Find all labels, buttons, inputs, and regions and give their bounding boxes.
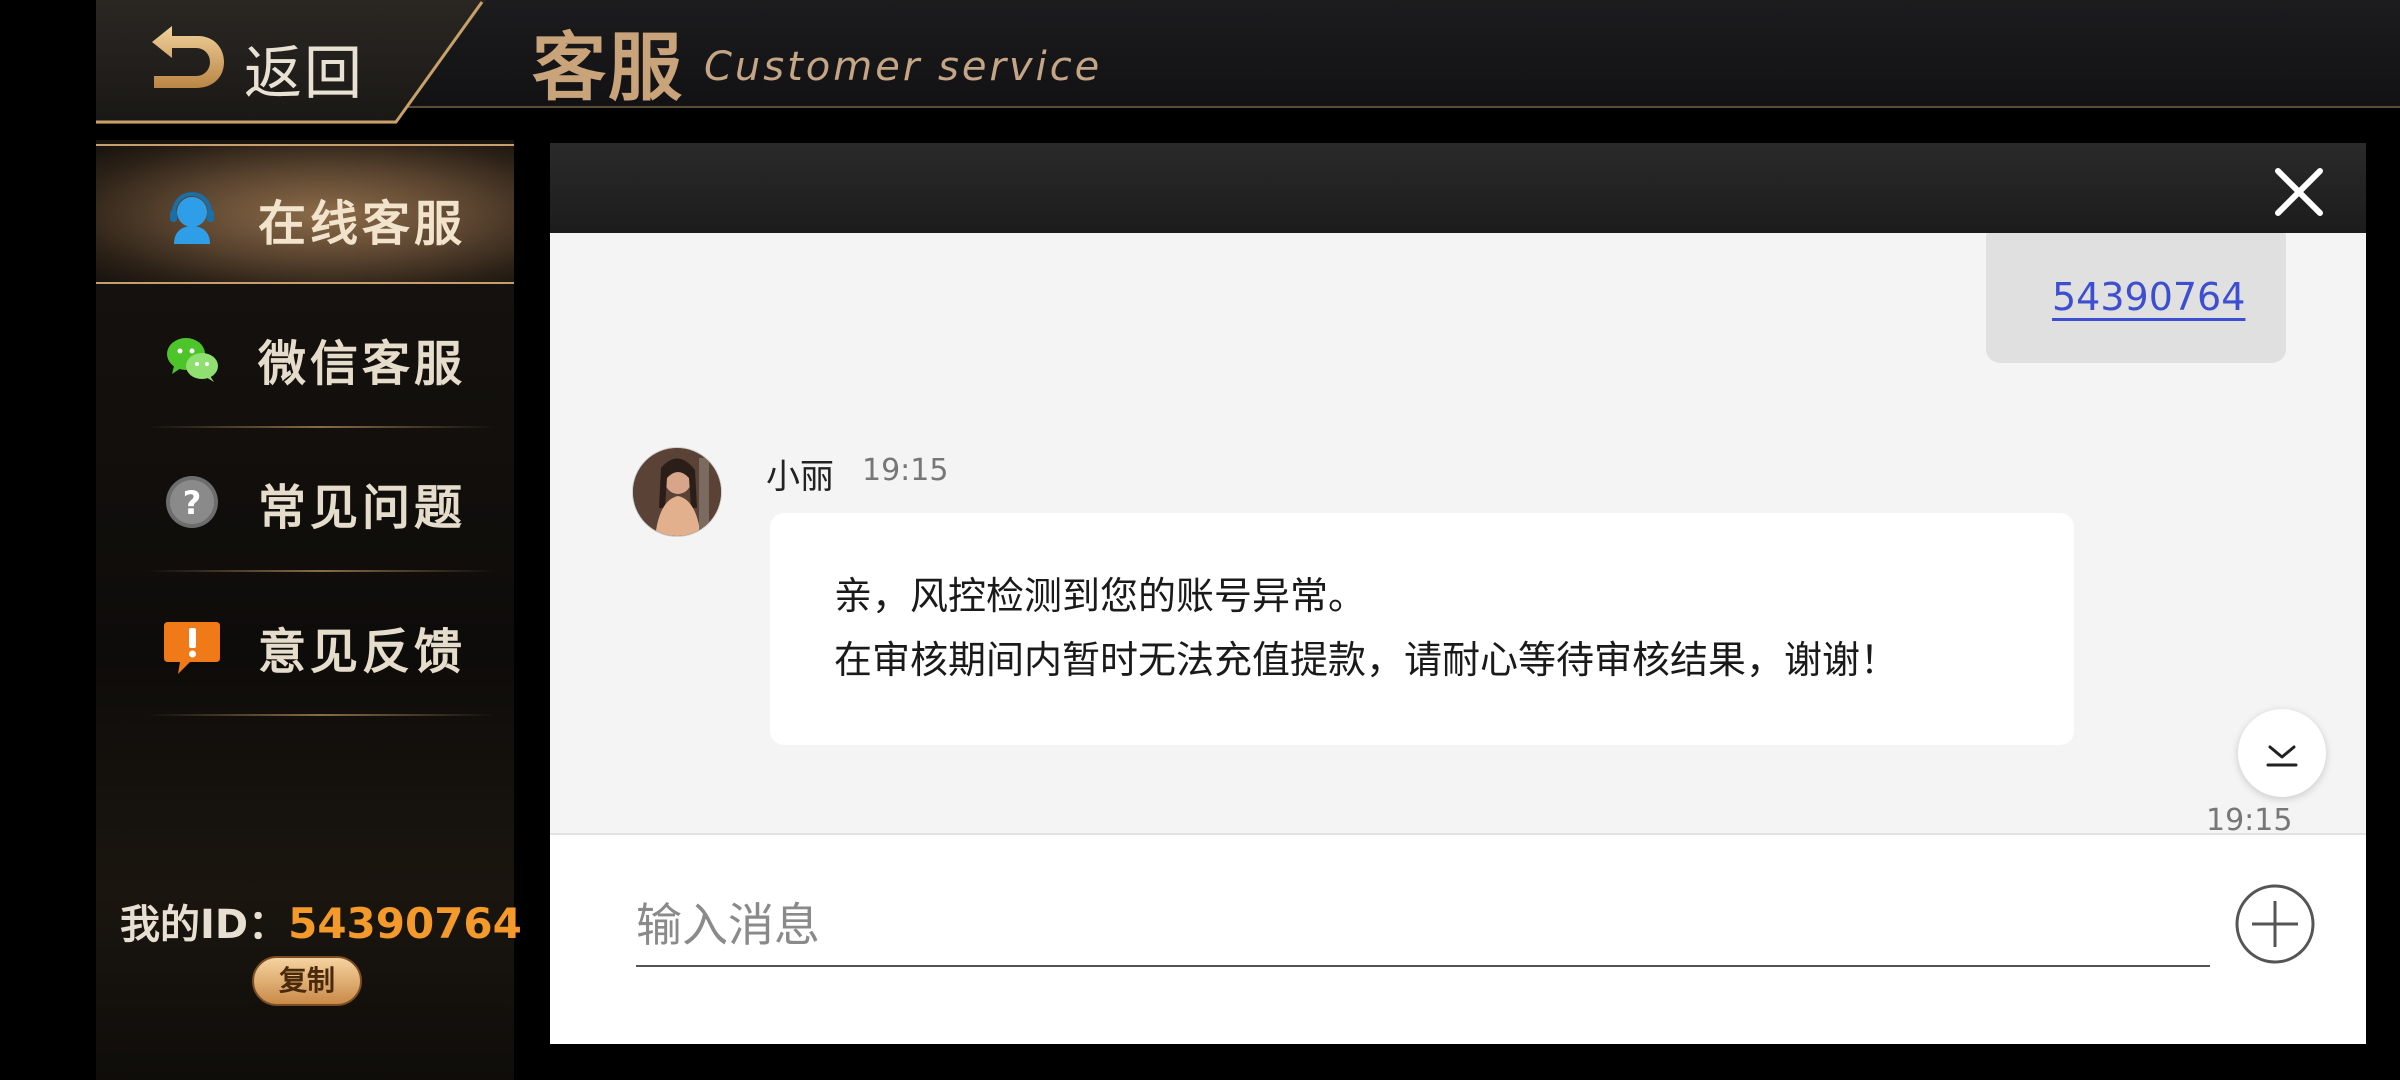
sidebar-item-label: 意见反馈 [258,624,467,680]
close-icon[interactable] [2272,165,2326,219]
sidebar-item-label: 微信客服 [258,336,467,392]
message-composer [550,833,2366,1044]
wechat-icon [167,338,218,382]
sidebar: 在线客服 微信客服 ? 常见问题 意见反馈 我的ID：54390764 复制 [96,140,522,1080]
received-message-bubble: 亲，风控检测到您的账号异常。 在审核期间内暂时无法充值提款，请耐心等待审核结果，… [770,513,2074,745]
message-time: 19:15 [2206,803,2293,833]
svg-text:?: ? [183,484,202,522]
sidebar-item-label: 常见问题 [258,480,467,536]
sidebar-item-online-service[interactable]: 在线客服 [96,144,514,284]
sidebar-item-feedback[interactable]: 意见反馈 [96,574,514,714]
sent-message-link[interactable]: 54390764 [2052,275,2245,319]
user-id-value: 54390764 [288,899,522,948]
message-input[interactable] [636,885,2210,967]
support-agent-icon [170,192,214,244]
back-arrow-icon[interactable] [146,22,228,94]
menu-divider [146,714,496,716]
sidebar-item-faq[interactable]: ? 常见问题 [96,430,514,570]
scroll-to-bottom-button[interactable] [2238,709,2326,797]
sent-message-bubble: 54390764 [1986,233,2286,363]
question-icon: ? [166,476,218,528]
user-id-row: 我的ID：54390764 [120,892,522,952]
back-label[interactable]: 返回 [244,26,364,110]
agent-name: 小丽 [766,457,834,497]
menu-divider [146,570,496,572]
app-root: 返回 客服 Customer service 在线客服 微信客服 ? 常见问题 … [0,0,2400,1080]
feedback-icon [164,622,220,674]
sidebar-item-wechat-service[interactable]: 微信客服 [96,286,514,426]
chat-title-bar [550,143,2366,233]
sidebar-item-label: 在线客服 [258,196,467,252]
plus-icon[interactable] [2234,883,2316,965]
menu-divider [146,426,496,428]
chat-messages[interactable]: 54390764 小丽 19:15 亲，风控检测到您的账号异常。 在审核期间内暂… [550,233,2366,833]
page-title: 客服 [532,25,684,111]
message-line: 在审核期间内暂时无法充值提款，请耐心等待审核结果，谢谢！ [834,638,1899,682]
page-subtitle: Customer service [704,44,1103,90]
agent-avatar[interactable] [632,447,722,537]
message-time: 19:15 [862,453,949,488]
user-id-label: 我的ID： [120,902,289,948]
copy-id-button[interactable]: 复制 [252,956,362,1006]
message-line: 亲，风控检测到您的账号异常。 [834,574,1367,618]
agent-avatar-image [633,448,721,536]
chevron-down-icon [2266,745,2298,767]
